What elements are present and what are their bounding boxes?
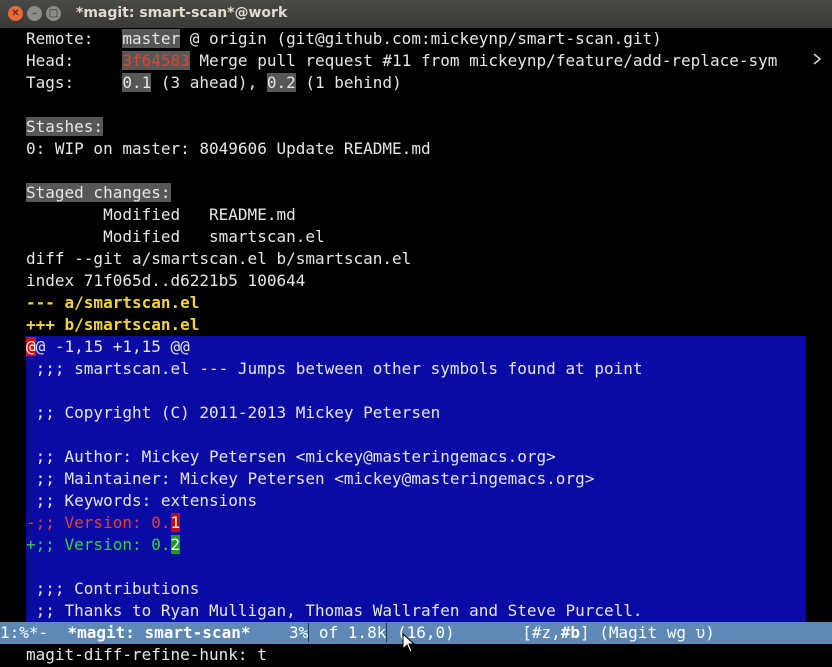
tag-0-1-status: (3 ahead), [151, 73, 267, 92]
context-line: ;; Maintainer: Mickey Petersen <mickey@m… [26, 469, 595, 488]
context-line [26, 380, 806, 402]
remote-url: @ origin (git@github.com:mickeynp/smart-… [180, 29, 662, 48]
removed-line-text: -;; Version: 0. [26, 513, 171, 532]
staged-heading-line: Staged changes: [26, 182, 806, 204]
modeline-spacer [455, 623, 522, 642]
added-line-text: +;; Version: 0. [26, 535, 171, 554]
added-refined-char: 2 [170, 535, 181, 554]
mouse-pointer-icon [402, 633, 416, 653]
tag-0-2[interactable]: 0.2 [266, 73, 296, 92]
modeline-tags-end: ] [580, 623, 590, 642]
maximize-icon[interactable]: □ [46, 6, 61, 21]
modeline-size[interactable]: of 1.8k [308, 623, 388, 642]
window-title: *magit: smart-scan*@work [76, 5, 288, 21]
head-hash[interactable]: 3f64583 [122, 51, 190, 70]
context-line: ;; Thanks to Ryan Mulligan, Thomas Wallr… [26, 601, 643, 620]
minimize-icon[interactable]: – [27, 6, 42, 21]
staged-file-smartscan[interactable]: Modified smartscan.el [26, 226, 806, 248]
stashes-heading-line: Stashes: [26, 116, 806, 138]
tags-label: Tags: [26, 73, 123, 92]
head-label: Head: [26, 51, 123, 70]
diff-header: diff --git a/smartscan.el b/smartscan.el [26, 249, 412, 268]
modeline-major-mode[interactable]: (Magit wg υ) [590, 623, 715, 642]
minibuffer-echo: magit-diff-refine-hunk: t [26, 645, 267, 664]
context-line: ;; Keywords: extensions [26, 491, 258, 510]
removed-refined-char: 1 [170, 513, 181, 532]
hunk-range: @ -1,15 +1,15 @@ [35, 337, 190, 356]
modeline-percent: 3% [250, 623, 309, 642]
magit-status-buffer[interactable]: Remote: master @ origin (git@github.com:… [26, 28, 806, 622]
modeline-tags: [#z, [522, 623, 561, 642]
head-message: Merge pull request #11 from mickeynp/fea… [189, 51, 778, 70]
stash-item[interactable]: 0: WIP on master: 8049606 Update README.… [26, 138, 806, 160]
tag-0-1[interactable]: 0.1 [122, 73, 152, 92]
remote-label: Remote: [26, 29, 123, 48]
staged-file-readme[interactable]: Modified README.md [26, 204, 806, 226]
modeline-status: 1:%*- [0, 623, 68, 642]
added-line: +;; Version: 0.2 [26, 534, 806, 556]
removed-line: -;; Version: 0.1 [26, 512, 806, 534]
close-icon[interactable]: ✕ [8, 6, 23, 21]
context-line [26, 556, 806, 578]
diff-index: index 71f065d..d6221b5 100644 [26, 271, 306, 290]
context-line: ;; Author: Mickey Petersen <mickey@maste… [26, 447, 556, 466]
mode-line[interactable]: 1:%*- *magit: smart-scan* 3% of 1.8k (16… [0, 622, 832, 644]
modeline-tag-b: #b [560, 623, 580, 642]
staged-changes-heading[interactable]: Staged changes: [26, 183, 171, 202]
text-cursor: @ [26, 337, 36, 356]
window-controls: ✕ – □ [8, 6, 61, 21]
context-line: ;; Copyright (C) 2011-2013 Mickey Peters… [26, 403, 441, 422]
tags-line: Tags: 0.1 (3 ahead), 0.2 (1 behind) [26, 72, 806, 94]
hunk-header[interactable]: @@ -1,15 +1,15 @@ [26, 336, 806, 358]
context-line: ;;; smartscan.el --- Jumps between other… [26, 359, 643, 378]
remote-line: Remote: master @ origin (git@github.com:… [26, 28, 806, 50]
stashes-heading[interactable]: Stashes: [26, 117, 104, 136]
diff-plus-file: +++ b/smartscan.el [26, 315, 200, 334]
modeline-position: (16,0) [387, 623, 455, 642]
modeline-buffer-name[interactable]: *magit: smart-scan* [67, 623, 250, 642]
head-line: Head: 3f64583 Merge pull request #11 fro… [26, 50, 806, 72]
context-line [26, 424, 806, 446]
line-truncation-arrow-icon [813, 53, 822, 65]
tag-0-2-status: (1 behind) [295, 73, 402, 92]
remote-branch[interactable]: master [122, 29, 181, 48]
window-titlebar[interactable]: ✕ – □ *magit: smart-scan*@work [0, 0, 832, 28]
diff-minus-file: --- a/smartscan.el [26, 293, 200, 312]
context-line: ;;; Contributions [26, 579, 200, 598]
